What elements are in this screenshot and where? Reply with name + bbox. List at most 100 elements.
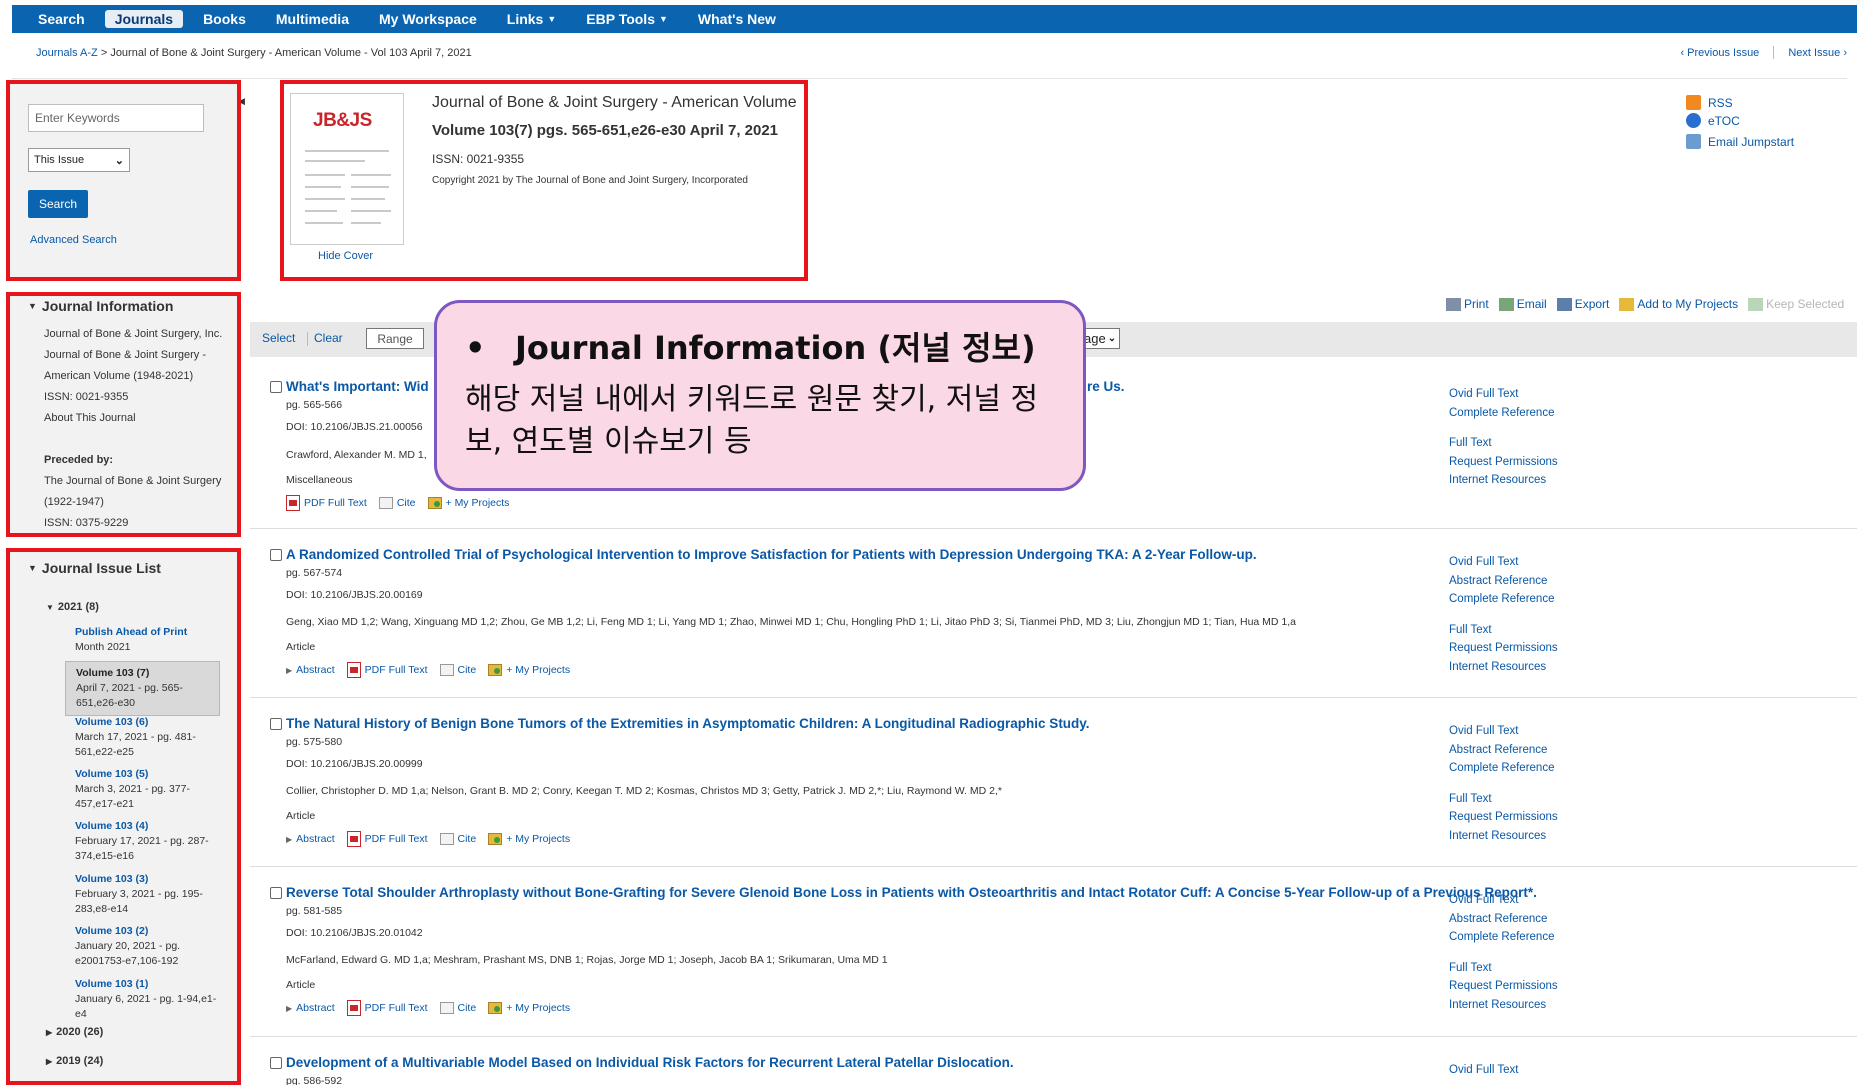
article-checkbox[interactable] [270,718,282,730]
ovid-full-text-link[interactable]: Ovid Full Text [1449,1061,1518,1080]
pdf-icon [286,495,300,511]
request-permissions-link[interactable]: Request Permissions [1449,808,1558,827]
internet-resources-link[interactable]: Internet Resources [1449,471,1558,490]
hide-cover-link[interactable]: Hide Cover [318,250,373,262]
range-button[interactable]: Range [366,328,424,349]
complete-reference-link[interactable]: Complete Reference [1449,928,1558,947]
complete-reference-link[interactable]: Complete Reference [1449,404,1558,423]
internet-resources-link[interactable]: Internet Resources [1449,658,1558,677]
print-button[interactable]: Print [1446,297,1489,311]
keep-selected-button[interactable]: Keep Selected [1748,297,1844,311]
issue-item[interactable]: Volume 103 (1) January 6, 2021 - pg. 1-9… [75,977,225,1022]
issue-item[interactable]: Volume 103 (3) February 3, 2021 - pg. 19… [75,872,225,917]
breadcrumb-journals-az-link[interactable]: Journals A-Z [36,47,98,59]
issue-item[interactable]: Volume 103 (2) January 20, 2021 - pg. e2… [75,924,225,969]
issue-item[interactable]: Volume 103 (6) March 17, 2021 - pg. 481-… [75,715,225,760]
cite-link[interactable]: Cite [439,833,476,845]
abstract-link[interactable]: ▶ Abstract [286,833,335,845]
email-button[interactable]: Email [1498,297,1547,311]
year-2020-toggle[interactable]: ▶ 2020 (26) [46,1026,103,1038]
article-title-link[interactable]: The Natural History of Benign Bone Tumor… [286,716,1090,731]
nav-search[interactable]: Search [38,11,85,27]
abstract-link[interactable]: ▶ Abstract [286,664,335,676]
year-2019-toggle[interactable]: ▶ 2019 (24) [46,1055,103,1067]
nav-books[interactable]: Books [203,11,246,27]
ovid-full-text-link[interactable]: Ovid Full Text [1449,553,1558,572]
add-to-my-projects-link[interactable]: + My Projects [488,833,570,845]
journal-issue-list-toggle[interactable]: ▼ Journal Issue List [28,560,161,576]
preceded-journal-link[interactable]: The Journal of Bone & Joint Surgery [44,475,221,487]
ovid-full-text-link[interactable]: Ovid Full Text [1449,722,1558,741]
internet-resources-link[interactable]: Internet Resources [1449,827,1558,846]
cite-link[interactable]: Cite [439,664,476,676]
article-checkbox[interactable] [270,381,282,393]
full-text-link[interactable]: Full Text [1449,434,1558,453]
complete-reference-link[interactable]: Complete Reference [1449,590,1558,609]
full-text-link[interactable]: Full Text [1449,621,1558,640]
cite-link[interactable]: Cite [439,1002,476,1014]
add-to-projects-button[interactable]: Add to My Projects [1619,297,1738,311]
ovid-full-text-link[interactable]: Ovid Full Text [1449,891,1558,910]
full-text-link[interactable]: Full Text [1449,790,1558,809]
article-title-link[interactable]: What's Important: Wid [286,379,429,394]
collapse-panel-icon[interactable]: ◀ [238,96,245,107]
request-permissions-link[interactable]: Request Permissions [1449,977,1558,996]
nav-journals[interactable]: Journals [104,10,184,28]
article-checkbox[interactable] [270,887,282,899]
add-to-my-projects-link[interactable]: + My Projects [427,497,509,509]
complete-reference-link[interactable]: Complete Reference [1449,759,1558,778]
pdf-full-text-link[interactable]: PDF Full Text [346,831,428,847]
rss-link[interactable]: RSS [1686,95,1733,110]
export-button[interactable]: Export [1556,297,1609,311]
search-scope-select[interactable]: This Issue ⌄ [28,148,130,172]
nav-my-workspace[interactable]: My Workspace [379,11,477,27]
issue-item[interactable]: Volume 103 (4) February 17, 2021 - pg. 2… [75,819,225,864]
nav-multimedia[interactable]: Multimedia [276,11,349,27]
article-checkbox[interactable] [270,1057,282,1069]
email-jumpstart-link[interactable]: Email Jumpstart [1686,134,1794,149]
select-all-link[interactable]: Select [262,331,295,345]
search-button[interactable]: Search [28,190,88,218]
full-text-link[interactable]: Full Text [1449,959,1558,978]
article-title-link-tail[interactable]: re Us. [1087,379,1125,394]
about-journal-link[interactable]: About This Journal [44,412,136,424]
pdf-full-text-link[interactable]: PDF Full Text [346,1000,428,1016]
advanced-search-link[interactable]: Advanced Search [30,234,117,246]
abstract-reference-link[interactable]: Abstract Reference [1449,572,1558,591]
internet-resources-link[interactable]: Internet Resources [1449,996,1558,1015]
nav-whats-new[interactable]: What's New [698,11,776,27]
article-title-link[interactable]: Development of a Multivariable Model Bas… [286,1055,1014,1070]
previous-issue-link[interactable]: ‹ Previous Issue [1680,47,1759,59]
year-2021-toggle[interactable]: ▼ 2021 (8) [46,601,99,613]
pdf-label: PDF Full Text [364,1002,428,1014]
nav-ebp-tools[interactable]: EBP Tools ▼ [586,11,668,27]
journal-information-toggle[interactable]: ▼ Journal Information [28,298,173,314]
next-issue-link[interactable]: Next Issue › [1788,47,1847,59]
abstract-link[interactable]: ▶ Abstract [286,1002,335,1014]
keep-selected-label: Keep Selected [1766,297,1845,311]
article-title-link[interactable]: Reverse Total Shoulder Arthroplasty with… [286,885,1537,900]
request-permissions-link[interactable]: Request Permissions [1449,639,1558,658]
issue-item-publish-ahead[interactable]: Publish Ahead of Print Month 2021 [75,625,225,655]
add-to-my-projects-link[interactable]: + My Projects [488,664,570,676]
pdf-full-text-link[interactable]: PDF Full Text [286,495,367,511]
etoc-link[interactable]: eTOC [1686,113,1740,128]
add-to-my-projects-link[interactable]: + My Projects [488,1002,570,1014]
keyword-search-input[interactable] [28,104,204,132]
article-checkbox[interactable] [270,549,282,561]
issue-item[interactable]: Volume 103 (5) March 3, 2021 - pg. 377-4… [75,767,225,812]
results-per-page-select[interactable]: age ⌄ [1080,328,1121,349]
request-permissions-link[interactable]: Request Permissions [1449,453,1558,472]
article-title-link[interactable]: A Randomized Controlled Trial of Psychol… [286,547,1257,562]
article-side-links: Ovid Full Text [1449,1061,1518,1080]
issue-title: Volume 103 (4) [75,820,149,832]
pdf-full-text-link[interactable]: PDF Full Text [346,662,428,678]
publisher-link[interactable]: Journal of Bone & Joint Surgery, Inc. [44,328,222,340]
issue-item-selected[interactable]: Volume 103 (7) April 7, 2021 - pg. 565-6… [65,661,220,716]
abstract-reference-link[interactable]: Abstract Reference [1449,741,1558,760]
abstract-reference-link[interactable]: Abstract Reference [1449,910,1558,929]
ovid-full-text-link[interactable]: Ovid Full Text [1449,385,1558,404]
nav-links[interactable]: Links ▼ [507,11,557,27]
cite-link[interactable]: Cite [378,497,416,509]
clear-selection-link[interactable]: Clear [314,331,343,345]
